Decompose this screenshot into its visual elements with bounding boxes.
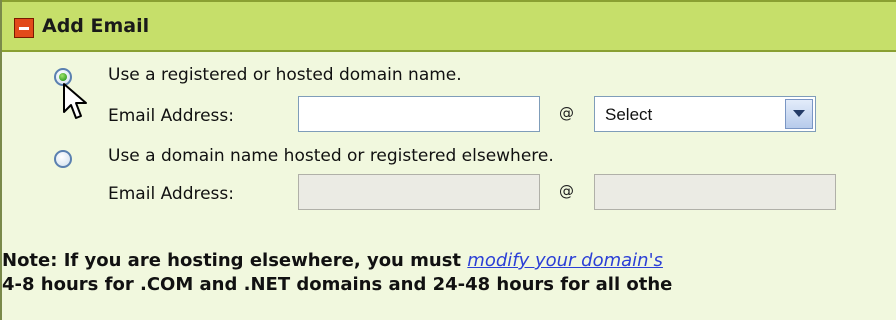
at-sign-1: @ xyxy=(559,104,574,122)
email-address-input-1[interactable] xyxy=(298,96,540,132)
note-line-2: 4-8 hours for .COM and .NET domains and … xyxy=(2,274,673,295)
note-line-1: Note: If you are hosting elsewhere, you … xyxy=(2,250,663,271)
modify-domain-link[interactable]: modify your domain's xyxy=(467,250,663,271)
domain-hosted-input[interactable] xyxy=(594,174,836,210)
panel-title: Add Email xyxy=(42,15,150,37)
note-prefix: Note: If you are hosting elsewhere, you … xyxy=(2,250,468,271)
collapse-minus-icon[interactable] xyxy=(14,18,34,38)
email-address-input-2[interactable] xyxy=(298,174,540,210)
domain-select[interactable]: Select xyxy=(594,96,816,132)
add-email-panel: Add Email Use a registered or hosted dom… xyxy=(0,0,896,320)
at-sign-2: @ xyxy=(559,182,574,200)
email-address-label-1: Email Address: xyxy=(108,106,234,126)
mouse-pointer-icon xyxy=(63,83,87,119)
option-registered-label: Use a registered or hosted domain name. xyxy=(108,65,462,85)
option-elsewhere-label: Use a domain name hosted or registered e… xyxy=(108,146,554,166)
email-address-label-2: Email Address: xyxy=(108,184,234,204)
panel-header: Add Email xyxy=(2,0,896,52)
chevron-down-icon[interactable] xyxy=(785,99,813,129)
domain-select-value: Select xyxy=(605,105,653,124)
radio-hosted-elsewhere[interactable] xyxy=(54,150,72,168)
